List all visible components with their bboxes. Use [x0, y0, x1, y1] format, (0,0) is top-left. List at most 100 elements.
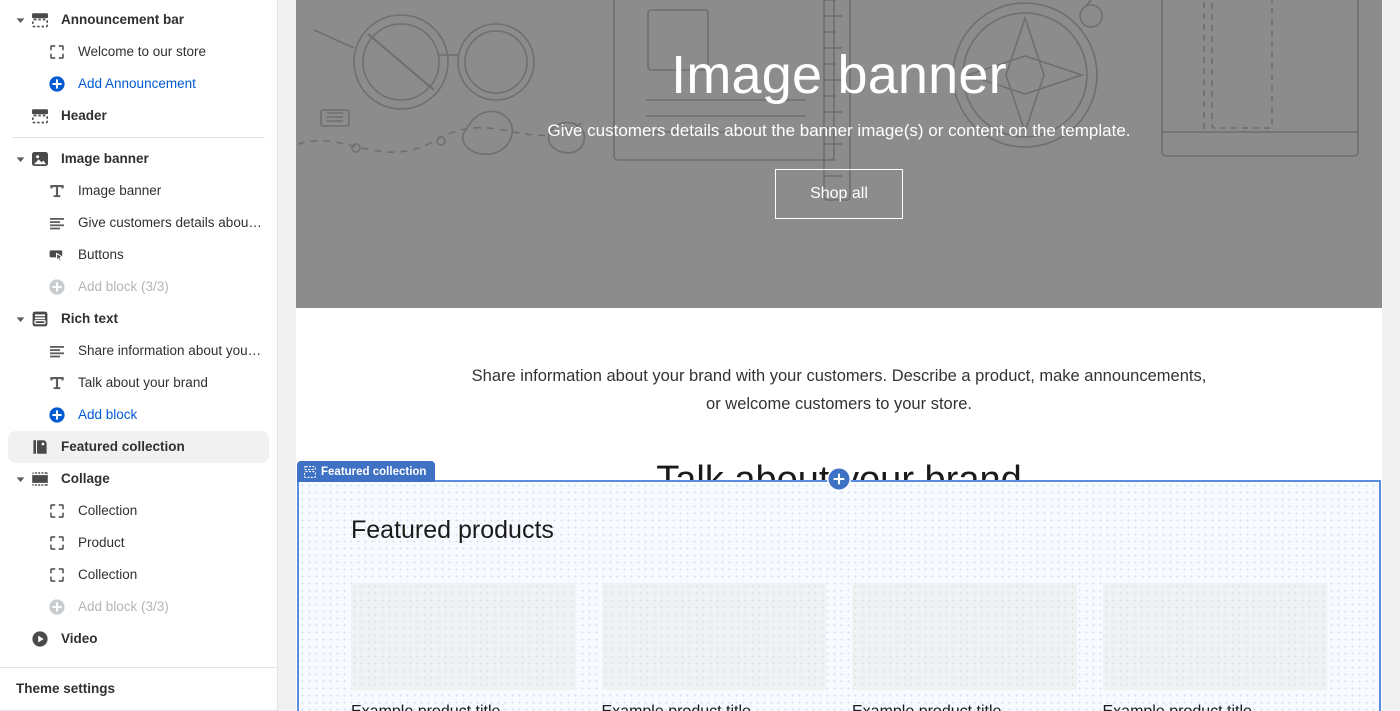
product-card[interactable]: Example product title [601, 583, 826, 711]
preview-featured-collection-section[interactable]: Featured collection Featured products Ex… [297, 461, 1381, 711]
heading-text-icon [46, 180, 68, 202]
plus-circle-icon-muted [49, 599, 65, 615]
sidebar-section-label: Image banner [61, 152, 149, 166]
block-placeholder-icon [50, 45, 64, 59]
sidebar-block-add-block[interactable]: Add block [8, 399, 269, 431]
sidebar-block-label: Buttons [78, 248, 124, 262]
caret-down-icon[interactable] [12, 311, 28, 327]
block-placeholder-icon [46, 564, 68, 586]
sidebar-block-label: Welcome to our store [78, 45, 207, 59]
product-image-placeholder [852, 583, 1077, 690]
theme-settings-label: Theme settings [16, 682, 116, 696]
sidebar-block-label: Image banner [78, 184, 162, 198]
preview-image-banner-section[interactable]: Image banner Give customers details abou… [296, 0, 1382, 308]
rich-text-icon [29, 308, 51, 330]
featured-collection-heading: Featured products [351, 516, 554, 544]
sidebar-block-add-block-3-3[interactable]: Add block (3/3) [8, 591, 269, 623]
shop-all-button[interactable]: Shop all [775, 169, 903, 220]
sidebar-block-label: Add Announcement [78, 77, 196, 91]
block-placeholder-icon [46, 532, 68, 554]
sidebar-section-header[interactable]: Header [8, 100, 269, 132]
price-tag-icon [33, 440, 47, 454]
collage-icon [32, 472, 48, 486]
caret-down-icon [16, 316, 24, 322]
video-play-icon [32, 631, 48, 647]
caret-down-icon [16, 476, 24, 482]
caret-down-icon [16, 17, 24, 23]
rich-text-icon [32, 311, 48, 327]
announcement-bar-icon [31, 13, 48, 28]
product-image-placeholder [601, 583, 826, 690]
sidebar-section-collage[interactable]: Collage [8, 463, 269, 495]
sidebar-block-label: Share information about your ... [78, 344, 265, 358]
plus-circle-icon [46, 73, 68, 95]
add-section-button[interactable] [828, 468, 850, 490]
sidebar-section-announcement-bar[interactable]: Announcement bar [8, 4, 269, 36]
product-title: Example product title [852, 703, 1077, 711]
plus-circle-icon-blue [49, 76, 65, 92]
heading-text-icon [50, 185, 64, 198]
video-play-icon [29, 628, 51, 650]
sidebar-block-add-block-3-3[interactable]: Add block (3/3) [8, 271, 269, 303]
sidebar-section-rich-text[interactable]: Rich text [8, 303, 269, 335]
paragraph-icon [50, 218, 64, 230]
caret-down-icon[interactable] [12, 471, 28, 487]
sidebar-block-product[interactable]: Product [8, 527, 269, 559]
header-icon [29, 105, 51, 127]
preview-gutter: Image banner Give customers details abou… [278, 0, 1400, 711]
selected-section-badge[interactable]: Featured collection [297, 461, 436, 482]
sidebar-block-label: Collection [78, 568, 138, 582]
plus-circle-icon-muted [49, 279, 65, 295]
sidebar-section-label: Featured collection [61, 440, 185, 454]
section-list: Announcement bar Welcome to our store Ad… [0, 0, 277, 667]
sidebar-block-label: Talk about your brand [78, 376, 208, 390]
sidebar-section-label: Announcement bar [61, 13, 185, 27]
banner-heading: Image banner [671, 45, 1007, 105]
sidebar-section-featured-collection[interactable]: Featured collection [8, 431, 269, 463]
product-image-placeholder [1102, 583, 1327, 690]
block-placeholder-icon [46, 41, 68, 63]
sidebar-section-label: Header [61, 109, 107, 123]
caret-placeholder [12, 108, 28, 124]
sidebar-block-add-announcement[interactable]: Add Announcement [8, 68, 269, 100]
sidebar-section-image-banner[interactable]: Image banner [8, 143, 269, 175]
block-placeholder-icon [50, 568, 64, 582]
product-title: Example product title [1103, 703, 1328, 711]
theme-editor: Announcement bar Welcome to our store Ad… [0, 0, 1400, 711]
sidebar-block-welcome-to-our-store[interactable]: Welcome to our store [8, 36, 269, 68]
sidebar-section-label: Rich text [61, 312, 119, 326]
sidebar-block-buttons[interactable]: Buttons [8, 239, 269, 271]
sidebar-block-label: Add block [78, 408, 138, 422]
caret-down-icon[interactable] [12, 12, 28, 28]
sidebar-block-collection[interactable]: Collection [8, 495, 269, 527]
caret-placeholder [12, 439, 28, 455]
sidebar-block-collection[interactable]: Collection [8, 559, 269, 591]
sidebar-block-label: Add block (3/3) [78, 600, 169, 614]
storefront-preview: Image banner Give customers details abou… [296, 0, 1382, 711]
caret-down-icon[interactable] [12, 151, 28, 167]
block-placeholder-icon [50, 504, 64, 518]
sidebar-section-label: Collage [61, 472, 110, 486]
rich-text-paragraph: Share information about your brand with … [471, 367, 1207, 414]
sidebar-block-share-information-about-your[interactable]: Share information about your ... [8, 335, 269, 367]
product-image-placeholder [351, 583, 576, 690]
block-placeholder-icon [50, 536, 64, 550]
product-card[interactable]: Example product title [852, 583, 1077, 711]
plus-circle-icon [46, 404, 68, 426]
sidebar-section-video[interactable]: Video [8, 623, 269, 655]
plus-circle-icon-blue [49, 407, 65, 423]
sidebar-section-label: Video [61, 632, 98, 646]
plus-circle-icon [46, 596, 68, 618]
caret-down-icon [16, 156, 24, 162]
plus-circle-icon [46, 276, 68, 298]
product-card[interactable]: Example product title [351, 583, 576, 711]
theme-settings-container: Theme settings [0, 667, 277, 710]
sidebar-block-talk-about-your-brand[interactable]: Talk about your brand [8, 367, 269, 399]
theme-settings-button[interactable]: Theme settings [0, 668, 277, 710]
product-grid: Example product title Example product ti… [351, 583, 1327, 711]
paragraph-icon [46, 340, 68, 362]
product-card[interactable]: Example product title [1102, 583, 1328, 711]
sidebar-block-give-customers-details-about[interactable]: Give customers details about ... [8, 207, 269, 239]
sidebar-block-image-banner[interactable]: Image banner [8, 175, 269, 207]
featured-collection-content: Featured products Example product title … [299, 482, 1379, 711]
